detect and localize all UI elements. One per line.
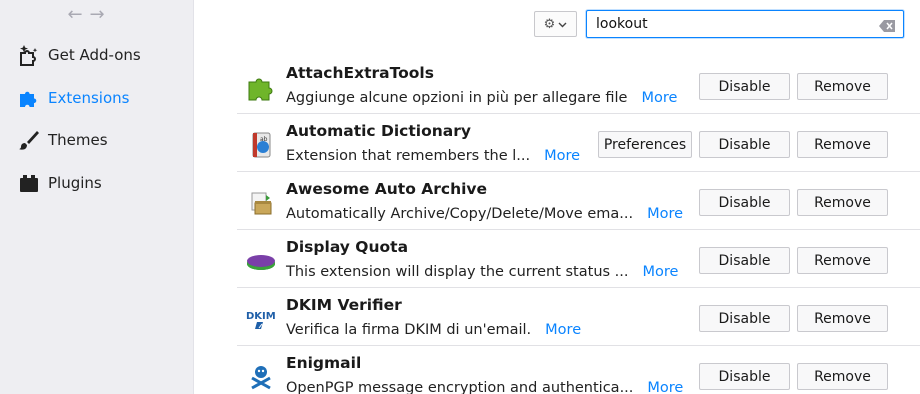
archive-box-icon xyxy=(245,187,277,219)
addon-description: OpenPGP message encryption and authentic… xyxy=(286,380,684,394)
green-puzzle-icon xyxy=(245,71,277,103)
sidebar-item-extensions[interactable]: Extensions xyxy=(0,78,194,118)
more-link[interactable]: More xyxy=(545,322,581,338)
disable-button[interactable]: Disable xyxy=(699,73,790,100)
addons-main-pane: ⚙ AttachExtraTools Aggiunge alcune opzio… xyxy=(195,0,920,394)
disable-button[interactable]: Disable xyxy=(699,131,790,158)
addon-list: AttachExtraTools Aggiunge alcune opzioni… xyxy=(237,56,920,394)
enigmail-icon xyxy=(245,361,277,393)
addon-item-dkim-verifier[interactable]: DKIM DKIM Verifier Verifica la firma DKI… xyxy=(237,288,920,346)
sidebar-item-plugins[interactable]: Plugins xyxy=(0,163,194,203)
quota-disk-icon xyxy=(245,245,277,277)
sidebar-item-label: Extensions xyxy=(48,89,130,107)
more-link[interactable]: More xyxy=(641,90,677,106)
gear-icon: ⚙ xyxy=(543,16,556,32)
history-navigation: ← → xyxy=(66,4,106,25)
addon-description: Automatically Archive/Copy/Delete/Move e… xyxy=(286,206,684,222)
svg-text:DKIM: DKIM xyxy=(246,311,276,322)
addon-description: Verifica la firma DKIM di un'email. More xyxy=(286,322,582,338)
brush-icon xyxy=(18,129,40,151)
puzzle-sparkle-icon xyxy=(18,44,40,66)
addon-description: Aggiunge alcune opzioni in più per alleg… xyxy=(286,90,678,106)
sidebar-item-label: Get Add-ons xyxy=(48,46,141,64)
clear-search-icon[interactable] xyxy=(879,18,895,32)
more-link[interactable]: More xyxy=(647,206,683,222)
remove-button[interactable]: Remove xyxy=(797,73,888,100)
addon-item-automatic-dictionary[interactable]: ab Automatic Dictionary Extension that r… xyxy=(237,114,920,172)
addon-name: Awesome Auto Archive xyxy=(286,180,488,198)
addon-description: Extension that remembers the l... More xyxy=(286,148,581,164)
preferences-button[interactable]: Preferences xyxy=(598,131,692,158)
addon-name: DKIM Verifier xyxy=(286,296,402,314)
addon-item-display-quota[interactable]: Display Quota This extension will displa… xyxy=(237,230,920,288)
disable-button[interactable]: Disable xyxy=(699,363,790,390)
categories-sidebar: ← → Get Add-ons Extensions Themes Plugin… xyxy=(0,0,194,394)
svg-text:ab: ab xyxy=(260,136,268,143)
disable-button[interactable]: Disable xyxy=(699,247,790,274)
more-link[interactable]: More xyxy=(643,264,679,280)
more-link[interactable]: More xyxy=(647,380,683,394)
chevron-down-icon xyxy=(558,17,567,32)
remove-button[interactable]: Remove xyxy=(797,247,888,274)
addon-name: Enigmail xyxy=(286,354,362,372)
dictionary-book-icon: ab xyxy=(245,129,277,161)
puzzle-icon xyxy=(18,87,40,109)
sidebar-item-get-addons[interactable]: Get Add-ons xyxy=(0,35,194,75)
search-field[interactable] xyxy=(586,10,904,38)
remove-button[interactable]: Remove xyxy=(797,131,888,158)
remove-button[interactable]: Remove xyxy=(797,189,888,216)
disable-button[interactable]: Disable xyxy=(699,189,790,216)
addon-item-awesome-auto-archive[interactable]: Awesome Auto Archive Automatically Archi… xyxy=(237,172,920,230)
addon-name: Automatic Dictionary xyxy=(286,122,471,140)
forward-arrow-icon[interactable]: → xyxy=(88,4,106,25)
disable-button[interactable]: Disable xyxy=(699,305,790,332)
remove-button[interactable]: Remove xyxy=(797,305,888,332)
addon-name: Display Quota xyxy=(286,238,409,256)
addon-name: AttachExtraTools xyxy=(286,64,434,82)
tools-menu-button[interactable]: ⚙ xyxy=(534,11,577,37)
addon-item-attachextratools[interactable]: AttachExtraTools Aggiunge alcune opzioni… xyxy=(237,56,920,114)
sidebar-item-label: Plugins xyxy=(48,174,102,192)
remove-button[interactable]: Remove xyxy=(797,363,888,390)
sidebar-item-themes[interactable]: Themes xyxy=(0,120,194,160)
dkim-icon: DKIM xyxy=(245,303,277,335)
plugin-block-icon xyxy=(18,172,40,194)
more-link[interactable]: More xyxy=(544,148,580,164)
search-input[interactable] xyxy=(596,16,876,32)
addon-description: This extension will display the current … xyxy=(286,264,679,280)
addon-item-enigmail[interactable]: Enigmail OpenPGP message encryption and … xyxy=(237,346,920,394)
back-arrow-icon[interactable]: ← xyxy=(66,4,84,25)
sidebar-item-label: Themes xyxy=(48,131,108,149)
